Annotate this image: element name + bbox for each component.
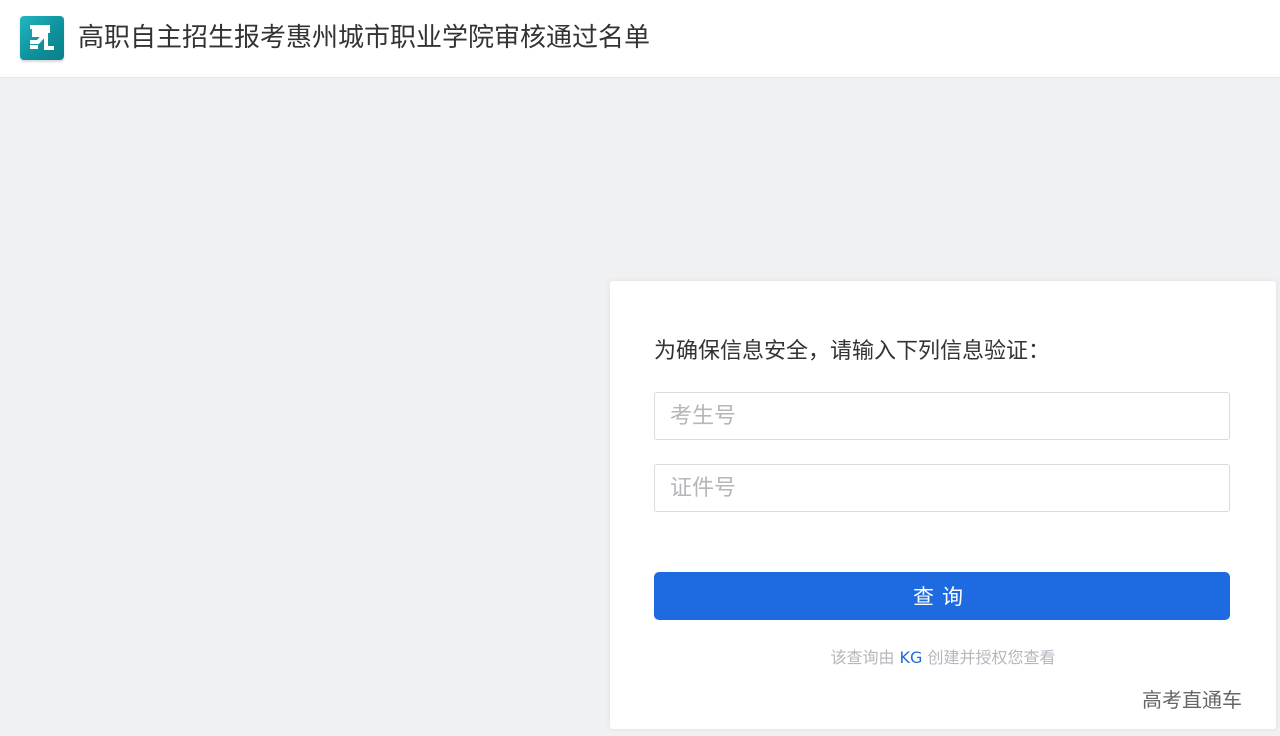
candidate-number-input[interactable] (654, 392, 1230, 440)
page-title: 高职自主招生报考惠州城市职业学院审核通过名单 (78, 23, 651, 53)
verification-card: 为确保信息安全，请输入下列信息验证： 查询 该查询由 KG 创建并授权您查看 (610, 281, 1276, 729)
authorization-note: 该查询由 KG 创建并授权您查看 (610, 644, 1276, 668)
footnote-prefix: 该查询由 (830, 648, 895, 667)
verification-prompt: 为确保信息安全，请输入下列信息验证： (654, 339, 1051, 364)
app-logo-icon (20, 16, 64, 60)
footnote-suffix: 创建并授权您查看 (927, 648, 1056, 667)
footnote-brand: KG (899, 648, 923, 667)
top-bar: 高职自主招生报考惠州城市职业学院审核通过名单 (0, 0, 1280, 78)
query-button[interactable]: 查询 (654, 572, 1230, 620)
id-number-input[interactable] (654, 464, 1230, 512)
watermark-label: 高考直通车 (1142, 688, 1242, 712)
